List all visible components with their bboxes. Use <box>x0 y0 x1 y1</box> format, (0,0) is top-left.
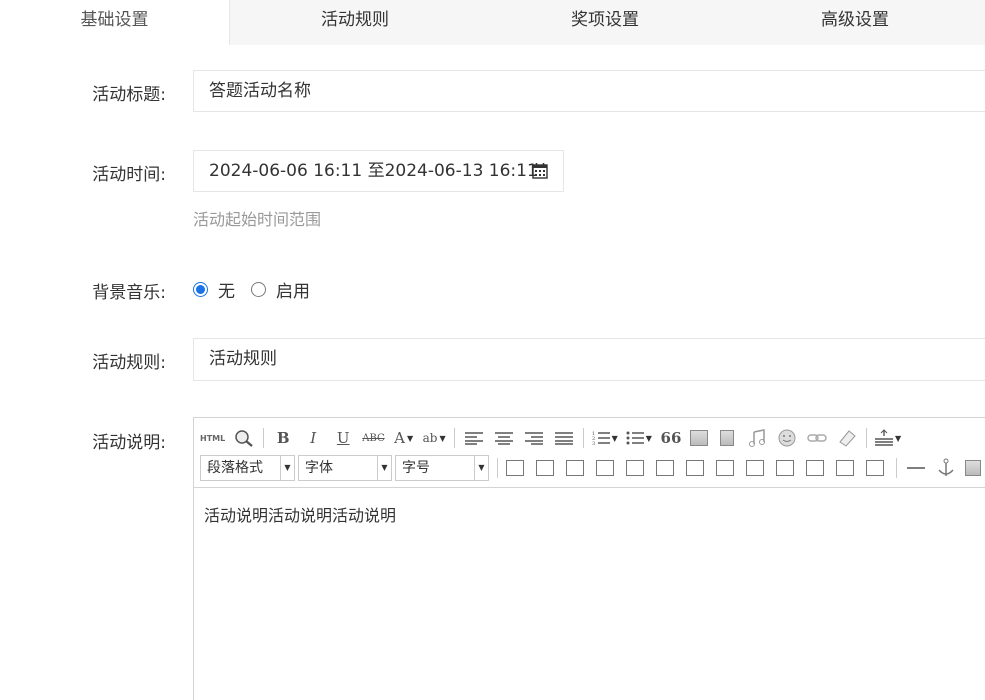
underline-button[interactable]: U <box>332 427 354 449</box>
align-left-icon[interactable] <box>463 427 485 449</box>
chevron-down-icon: ▼ <box>406 433 414 443</box>
bold-button[interactable]: B <box>272 427 294 449</box>
time-range-input[interactable]: 2024-06-06 16:11 至2024-06-13 16:11 <box>193 150 564 192</box>
rules-label: 活动规则: <box>92 353 166 373</box>
emoji-icon[interactable] <box>776 427 798 449</box>
chevron-down-icon: ▼ <box>377 456 391 480</box>
line-height-icon[interactable]: ▼ <box>874 427 902 449</box>
italic-button[interactable]: I <box>302 427 324 449</box>
toolbar-separator <box>865 428 867 448</box>
insert-col-after-icon[interactable] <box>656 460 674 476</box>
font-color-button[interactable]: A ▼ <box>393 427 415 449</box>
table-caption-icon[interactable] <box>566 460 584 476</box>
music-none-label[interactable]: 无 <box>218 277 235 302</box>
tab-basic-settings[interactable]: 基础设置 <box>0 0 230 45</box>
time-label: 活动时间: <box>92 165 166 185</box>
blockquote-button[interactable]: 66 <box>660 427 682 449</box>
font-family-select[interactable]: 字体 ▼ <box>298 455 392 481</box>
title-input[interactable]: 答题活动名称 <box>193 70 985 112</box>
align-justify-icon[interactable] <box>553 427 575 449</box>
chevron-down-icon: ▼ <box>645 433 652 443</box>
toolbar-row-1: HTML B I U ABC A ▼ ab ▼ 1 2 3 ▼ ▼ 66 ▼ <box>200 425 909 451</box>
highlight-label: ab <box>422 431 438 445</box>
desc-label: 活动说明: <box>92 433 166 453</box>
music-enable-radio[interactable] <box>251 281 266 297</box>
delete-table-icon[interactable] <box>536 460 554 476</box>
insert-col-before-icon[interactable] <box>626 460 644 476</box>
tab-advanced-settings[interactable]: 高级设置 <box>730 0 980 45</box>
font-family-value: 字体 <box>305 460 333 476</box>
time-range-value: 2024-06-06 16:11 至2024-06-13 16:11 <box>209 161 538 181</box>
preview-icon[interactable] <box>233 427 255 449</box>
tab-prize-settings[interactable]: 奖项设置 <box>480 0 730 45</box>
horizontal-rule-icon[interactable] <box>905 457 927 479</box>
chevron-down-icon: ▼ <box>474 456 488 480</box>
eraser-icon[interactable] <box>836 427 858 449</box>
toolbar-separator <box>453 428 455 448</box>
font-color-label: A <box>394 429 405 447</box>
toolbar-separator <box>896 458 897 478</box>
split-cell-icon[interactable] <box>686 460 704 476</box>
align-center-icon[interactable] <box>493 427 515 449</box>
music-none-radio[interactable] <box>193 281 208 297</box>
calendar-icon[interactable] <box>532 162 548 179</box>
table-grid-icon[interactable] <box>866 460 884 476</box>
time-hint: 活动起始时间范围 <box>193 210 322 229</box>
split-cols-icon[interactable] <box>836 460 854 476</box>
music-radio-group: 无 启用 <box>193 277 326 302</box>
music-label: 背景音乐: <box>92 283 166 303</box>
unordered-list-icon[interactable]: ▼ <box>626 427 652 449</box>
insert-row-icon[interactable] <box>596 460 614 476</box>
chevron-down-icon: ▼ <box>894 433 902 443</box>
merge-cells-icon[interactable] <box>716 460 734 476</box>
toolbar-separator <box>263 428 265 448</box>
merge-right-icon[interactable] <box>746 460 764 476</box>
music-icon[interactable] <box>746 427 768 449</box>
video-icon[interactable] <box>719 430 734 446</box>
align-right-icon[interactable] <box>523 427 545 449</box>
font-size-value: 字号 <box>402 460 430 476</box>
rich-text-editor: HTML B I U ABC A ▼ ab ▼ 1 2 3 ▼ ▼ 66 ▼ 段… <box>193 417 985 700</box>
title-label: 活动标题: <box>92 85 166 105</box>
insert-picture-icon[interactable] <box>965 460 981 476</box>
chevron-down-icon: ▼ <box>280 456 294 480</box>
ordered-list-icon[interactable]: 1 2 3 ▼ <box>592 427 618 449</box>
strikethrough-button[interactable]: ABC <box>362 427 384 449</box>
font-size-select[interactable]: 字号 ▼ <box>395 455 489 481</box>
toolbar-row-2: 段落格式 ▼ 字体 ▼ 字号 ▼ <box>200 455 985 481</box>
tab-bar: 基础设置 活动规则 奖项设置 高级设置 <box>0 0 985 45</box>
toolbar-separator <box>582 428 584 448</box>
merge-down-icon[interactable] <box>776 460 794 476</box>
music-enable-label[interactable]: 启用 <box>276 277 310 302</box>
link-icon[interactable] <box>806 427 828 449</box>
rules-input[interactable]: 活动规则 <box>193 338 985 381</box>
editor-content[interactable]: 活动说明活动说明活动说明 <box>204 502 396 526</box>
insert-table-icon[interactable] <box>506 460 524 476</box>
editor-toolbar: HTML B I U ABC A ▼ ab ▼ 1 2 3 ▼ ▼ 66 ▼ 段… <box>194 418 985 488</box>
chevron-down-icon: ▼ <box>439 433 446 443</box>
html-source-button[interactable]: HTML <box>200 427 225 449</box>
paragraph-format-value: 段落格式 <box>207 460 263 476</box>
chevron-down-icon: ▼ <box>611 433 618 443</box>
split-rows-icon[interactable] <box>806 460 824 476</box>
highlight-button[interactable]: ab ▼ <box>423 427 446 449</box>
svg-text:3: 3 <box>592 441 595 446</box>
tab-activity-rules[interactable]: 活动规则 <box>230 0 480 45</box>
anchor-icon[interactable] <box>935 457 957 479</box>
toolbar-separator <box>497 458 498 478</box>
paragraph-format-select[interactable]: 段落格式 ▼ <box>200 455 295 481</box>
image-icon[interactable] <box>689 430 708 446</box>
